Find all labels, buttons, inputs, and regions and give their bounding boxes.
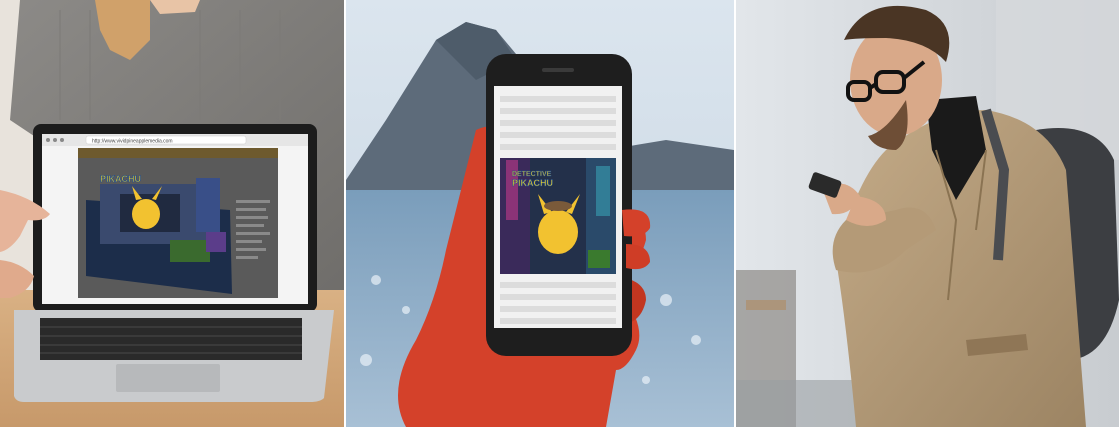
laptop-scene: http://www.vividpineapplemedia.com PIKAC… [0,0,344,427]
phone-logo-line2: PIKACHU [512,178,553,188]
laptop-logo-text: PIKACHU [100,174,141,184]
trackpad [116,364,220,392]
phone-in-hand-photo: DETECTIVE PIKACHU [346,0,734,427]
pikachu-figure [538,210,578,254]
keyboard [40,318,302,360]
phone-logo-line1: DETECTIVE [512,171,552,178]
pikachu-figure [132,199,160,229]
photo-collage: http://www.vividpineapplemedia.com PIKAC… [0,0,1119,427]
laptop-photo: http://www.vividpineapplemedia.com PIKAC… [0,0,344,427]
man-scene [736,0,1119,427]
phone-scene: DETECTIVE PIKACHU [346,0,734,427]
browser-url: http://www.vividpineapplemedia.com [92,139,173,145]
man-with-phone-photo [736,0,1119,427]
